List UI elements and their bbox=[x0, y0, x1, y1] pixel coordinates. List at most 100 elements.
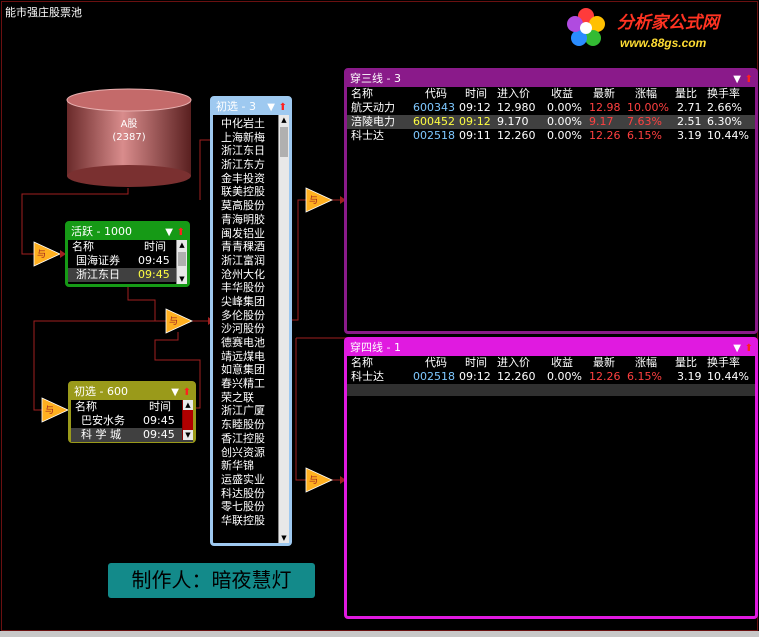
scrollbar[interactable]: ▲ ▼ bbox=[182, 400, 193, 440]
list-item[interactable]: 沙河股份 bbox=[221, 322, 279, 336]
list-item[interactable]: 丰华股份 bbox=[221, 281, 279, 295]
scroll-down-icon[interactable]: ▼ bbox=[279, 533, 289, 543]
list-item[interactable]: 香江控股 bbox=[221, 432, 279, 446]
table-row[interactable]: 科 学 城 09:45 bbox=[71, 428, 193, 442]
list-item[interactable]: 新华锦 bbox=[221, 459, 279, 473]
list-item[interactable]: 多伦股份 bbox=[221, 309, 279, 323]
column-header[interactable]: 名称 bbox=[351, 356, 373, 370]
list-item[interactable]: 荣之联 bbox=[221, 391, 279, 405]
panel-huoyue[interactable]: 活跃 - 1000 ▼ ⬆ 名称 时间 国海证券 09:45 浙江东日 09:4… bbox=[65, 221, 190, 287]
column-header[interactable]: 换手率 bbox=[707, 356, 740, 370]
scrollbar[interactable]: ▲ ▼ bbox=[278, 115, 289, 543]
column-header[interactable]: 量比 bbox=[675, 87, 697, 101]
up-arrow-icon[interactable]: ⬆ bbox=[745, 341, 753, 356]
panel-header[interactable]: 穿四线 - 1 ▼ ⬆ bbox=[347, 340, 755, 356]
panel-header[interactable]: 初选 - 3 ▼ ⬆ bbox=[213, 99, 289, 115]
list-item[interactable]: 浙江东方 bbox=[221, 158, 279, 172]
list-item[interactable]: 东睦股份 bbox=[221, 418, 279, 432]
table-row[interactable]: 国海证券 09:45 bbox=[68, 254, 187, 268]
column-header[interactable]: 时间 bbox=[465, 87, 487, 101]
gate-label: 与 bbox=[169, 316, 178, 327]
list-item[interactable]: 青青稞酒 bbox=[221, 240, 279, 254]
column-header[interactable]: 时间 bbox=[144, 240, 166, 254]
column-header[interactable]: 时间 bbox=[149, 400, 171, 414]
column-header[interactable]: 进入价 bbox=[497, 356, 530, 370]
list-item[interactable]: 创兴资源 bbox=[221, 446, 279, 460]
up-arrow-icon[interactable]: ⬆ bbox=[177, 225, 185, 240]
list-item[interactable]: 浙江广厦 bbox=[221, 404, 279, 418]
scroll-down-icon[interactable]: ▼ bbox=[183, 430, 193, 440]
scrollbar[interactable]: ▲ ▼ bbox=[176, 240, 187, 284]
list-item[interactable]: 春兴精工 bbox=[221, 377, 279, 391]
list-item[interactable]: 德赛电池 bbox=[221, 336, 279, 350]
column-header[interactable]: 名称 bbox=[351, 87, 373, 101]
list-item[interactable]: 联美控股 bbox=[221, 185, 279, 199]
cell-time: 09:12 bbox=[459, 101, 491, 114]
panel-header[interactable]: 活跃 - 1000 ▼ ⬆ bbox=[68, 224, 187, 240]
list-item[interactable]: 尖峰集团 bbox=[221, 295, 279, 309]
list-item[interactable]: 如意集团 bbox=[221, 363, 279, 377]
column-header[interactable]: 代码 bbox=[425, 87, 447, 101]
list-item[interactable]: 闽发铝业 bbox=[221, 227, 279, 241]
list-item[interactable]: 上海新梅 bbox=[221, 131, 279, 145]
scroll-down-icon[interactable]: ▼ bbox=[177, 274, 187, 284]
list-item[interactable]: 金丰投资 bbox=[221, 172, 279, 186]
column-header[interactable]: 涨幅 bbox=[635, 356, 657, 370]
list-item[interactable]: 浙江东日 bbox=[221, 144, 279, 158]
cell-price: 12.260 bbox=[497, 129, 536, 142]
scroll-thumb[interactable] bbox=[178, 252, 186, 266]
panel-chuansanxian[interactable]: 穿三线 - 3 ▼ ⬆ 名称 代码 时间 进入价 收益 最新 涨幅 量比 换手率… bbox=[344, 68, 758, 334]
column-header[interactable]: 进入价 bbox=[497, 87, 530, 101]
column-header[interactable]: 名称 bbox=[72, 240, 94, 254]
horizontal-scrollbar[interactable] bbox=[0, 631, 759, 637]
column-header[interactable]: 换手率 bbox=[707, 87, 740, 101]
list-item[interactable]: 莫高股份 bbox=[221, 199, 279, 213]
dropdown-icon[interactable]: ▼ bbox=[733, 72, 741, 87]
column-header[interactable]: 收益 bbox=[551, 87, 573, 101]
table-row[interactable]: 科士达 002518 09:11 12.260 0.00% 12.26 6.15% 3.19 1… bbox=[347, 129, 755, 143]
panel-header[interactable]: 穿三线 - 3 ▼ ⬆ bbox=[347, 71, 755, 87]
list-item[interactable]: 浙江富润 bbox=[221, 254, 279, 268]
panel-chuansixian[interactable]: 穿四线 - 1 ▼ ⬆ 名称 代码 时间 进入价 收益 最新 涨幅 量比 换手率… bbox=[344, 337, 758, 619]
dropdown-icon[interactable]: ▼ bbox=[171, 385, 179, 400]
list-item[interactable]: 青海明胶 bbox=[221, 213, 279, 227]
column-header[interactable]: 最新 bbox=[593, 87, 615, 101]
list-item[interactable]: 零七股份 bbox=[221, 500, 279, 514]
column-header[interactable]: 涨幅 bbox=[635, 87, 657, 101]
panel-header[interactable]: 初选 - 600 ▼ ⬆ bbox=[71, 384, 193, 400]
panel-chuxuan-600[interactable]: 初选 - 600 ▼ ⬆ 名称 时间 巴安水务 09:45 科 学 城 09:4… bbox=[68, 381, 196, 443]
cell-chg: 10.00% bbox=[627, 101, 669, 114]
column-header[interactable]: 最新 bbox=[593, 356, 615, 370]
column-header[interactable]: 名称 bbox=[75, 400, 97, 414]
up-arrow-icon[interactable]: ⬆ bbox=[183, 385, 191, 400]
table-row[interactable]: 浙江东日 09:45 bbox=[68, 268, 187, 282]
list-item[interactable]: 沧州大化 bbox=[221, 268, 279, 282]
table-row[interactable]: 巴安水务 09:45 bbox=[71, 414, 193, 428]
list-item[interactable]: 靖远煤电 bbox=[221, 350, 279, 364]
column-header[interactable]: 收益 bbox=[551, 356, 573, 370]
column-header[interactable]: 量比 bbox=[675, 356, 697, 370]
panel-stock-list[interactable]: 初选 - 3 ▼ ⬆ 中化岩土 上海新梅 浙江东日 浙江东方 金丰投资 联美控股 莫高股份青… bbox=[210, 96, 292, 546]
cell-last: 12.98 bbox=[589, 101, 621, 114]
table-row[interactable]: 涪陵电力 600452 09:12 9.170 0.00% 9.17 7.63% 2.51 6.… bbox=[347, 115, 755, 129]
scroll-up-icon[interactable]: ▲ bbox=[183, 400, 193, 410]
column-header[interactable]: 时间 bbox=[465, 356, 487, 370]
table-row[interactable]: 科士达 002518 09:12 12.260 0.00% 12.26 6.15% 3.19 1… bbox=[347, 370, 755, 384]
dropdown-icon[interactable]: ▼ bbox=[733, 341, 741, 356]
dropdown-icon[interactable]: ▼ bbox=[165, 225, 173, 240]
dropdown-icon[interactable]: ▼ bbox=[267, 100, 275, 115]
gate-label: 与 bbox=[309, 475, 318, 486]
scroll-up-icon[interactable]: ▲ bbox=[279, 115, 289, 125]
scroll-up-icon[interactable]: ▲ bbox=[177, 240, 187, 250]
cell-name: 涪陵电力 bbox=[351, 115, 395, 128]
list-item[interactable]: 中化岩土 bbox=[221, 117, 279, 131]
list-item[interactable]: 华联控股 bbox=[221, 514, 279, 528]
column-header[interactable]: 代码 bbox=[425, 356, 447, 370]
list-item[interactable]: 科达股份 bbox=[221, 487, 279, 501]
stock-list[interactable]: 中化岩土 上海新梅 浙江东日 浙江东方 金丰投资 联美控股 莫高股份 青海明胶 闽发铝业 青青稞酒… bbox=[221, 117, 279, 528]
up-arrow-icon[interactable]: ⬆ bbox=[745, 72, 753, 87]
table-row[interactable]: 航天动力 600343 09:12 12.980 0.00% 12.98 10.00% 2.7… bbox=[347, 101, 755, 115]
scroll-thumb[interactable] bbox=[280, 127, 288, 157]
up-arrow-icon[interactable]: ⬆ bbox=[279, 100, 287, 115]
list-item[interactable]: 运盛实业 bbox=[221, 473, 279, 487]
